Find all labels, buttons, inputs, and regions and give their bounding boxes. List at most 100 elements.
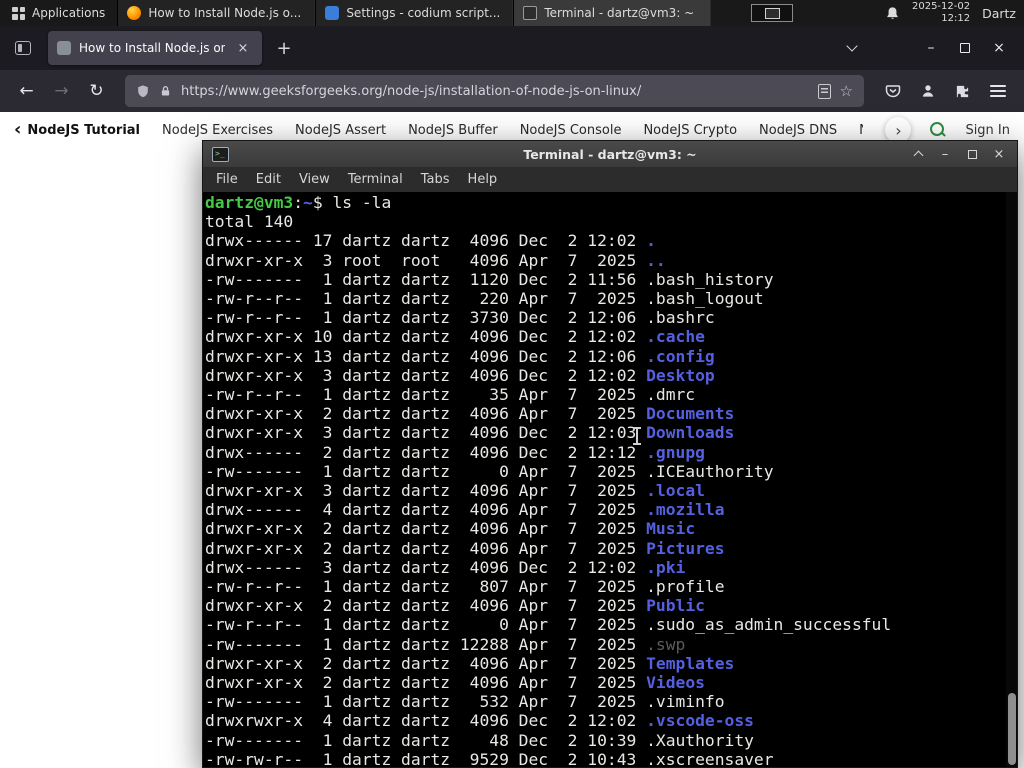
firefox-view-button[interactable] [8, 34, 38, 62]
account-person-icon [922, 85, 933, 97]
terminal-close-button[interactable]: × [990, 145, 1008, 163]
terminal-app-icon [212, 146, 229, 162]
terminal-line: -rw-r--r-- 1 dartz dartz 0 Apr 7 2025 .s… [205, 615, 892, 635]
nav-item-nodejs-exercises[interactable]: NodeJS Exercises [162, 123, 273, 138]
terminal-line: drwxr-xr-x 2 dartz dartz 4096 Apr 7 2025… [205, 519, 696, 539]
terminal-menu-view[interactable]: View [290, 170, 339, 189]
workspace-switcher[interactable] [751, 4, 794, 22]
window-maximize-button[interactable] [948, 33, 982, 63]
terminal-line: -rw------- 1 dartz dartz 48 Dec 2 10:39 … [205, 730, 754, 750]
nav-item-nodejs-crypto[interactable]: NodeJS Crypto [643, 123, 737, 138]
terminal-lines: dartz@vm3:~$ ls -la total 140 drwx------ 1… [205, 193, 1017, 767]
clock[interactable]: 2025-12-02 12:12 [912, 1, 970, 26]
terminal-menu-help[interactable]: Help [459, 170, 507, 189]
nav-item-node[interactable]: Node [859, 123, 863, 138]
terminal-line: drwxr-xr-x 2 dartz dartz 4096 Apr 7 2025… [205, 404, 735, 424]
tab-title: How to Install Node.js on [79, 41, 225, 55]
taskbar-window-terminal[interactable]: Terminal - dartz@vm3: ~ [513, 0, 712, 26]
terminal-line: drwxr-xr-x 2 dartz dartz 4096 Apr 7 2025… [205, 653, 735, 673]
nav-item-nodejs-assert[interactable]: NodeJS Assert [295, 123, 386, 138]
window-controls: – × [838, 33, 1016, 63]
terminal-title: Terminal - dartz@vm3: ~ [523, 146, 697, 162]
terminal-maximize-button[interactable] [963, 145, 981, 163]
user-menu[interactable]: Dartz [982, 6, 1016, 21]
terminal-line: drwxr-xr-x 2 dartz dartz 4096 Apr 7 2025… [205, 673, 705, 693]
new-tab-button[interactable]: + [270, 34, 298, 62]
firefox-view-icon [15, 41, 31, 55]
maximize-icon [967, 149, 977, 159]
terminal-output[interactable]: dartz@vm3:~$ ls -la total 140 drwx------ 1… [203, 192, 1017, 767]
sign-in-link[interactable]: Sign In [965, 123, 1010, 138]
terminal-line: -rw-r--r-- 1 dartz dartz 220 Apr 7 2025 … [205, 289, 764, 309]
maximize-icon [960, 43, 970, 53]
nav-links: NodeJS Exercises NodeJS Assert NodeJS Buff… [162, 123, 863, 138]
settings-icon [325, 6, 340, 20]
terminal-menu-file[interactable]: File [207, 170, 247, 189]
bookmark-star-icon[interactable]: ☆ [840, 83, 853, 99]
taskbar-window-firefox[interactable]: How to Install Node.js o... [117, 0, 316, 26]
taskbar-window-settings[interactable]: Settings - codium script... [315, 0, 514, 26]
terminal-menu-edit[interactable]: Edit [247, 170, 290, 189]
window-minimize-button[interactable]: – [914, 33, 948, 63]
notifications-bell-icon[interactable] [885, 6, 900, 21]
terminal-icon [523, 6, 538, 20]
terminal-line: drwx------ 3 dartz dartz 4096 Dec 2 12:0… [205, 557, 686, 577]
terminal-minimize-button[interactable]: – [936, 145, 954, 163]
terminal-line: drwxr-xr-x 3 dartz dartz 4096 Apr 7 2025… [205, 481, 705, 501]
nav-back-label: NodeJS Tutorial [27, 122, 141, 138]
navigation-toolbar: ← → ↻ https://www.geeksforgeeks.org/node… [0, 70, 1024, 112]
applications-menu-button[interactable]: Applications [0, 0, 117, 26]
account-button[interactable] [911, 75, 944, 107]
tab-strip: How to Install Node.js on × + – × [0, 26, 1024, 70]
terminal-line: drwx------ 4 dartz dartz 4096 Apr 7 2025… [205, 500, 725, 520]
terminal-line: -rw------- 1 dartz dartz 0 Apr 7 2025 .I… [205, 461, 774, 481]
browser-tab-active[interactable]: How to Install Node.js on × [48, 31, 262, 65]
terminal-scrollbar[interactable] [1006, 192, 1017, 767]
url-bar[interactable]: https://www.geeksforgeeks.org/node-js/in… [125, 75, 864, 107]
terminal-line: -rw------- 1 dartz dartz 532 Apr 7 2025 … [205, 692, 725, 712]
terminal-menubar: File Edit View Terminal Tabs Help [203, 167, 1017, 192]
pocket-icon [885, 85, 900, 98]
chevron-left-icon: ‹ [14, 119, 22, 140]
desktop-taskbar: Applications How to Install Node.js o...… [0, 0, 1024, 26]
list-all-tabs-button[interactable] [838, 34, 866, 62]
terminal-line: drwxr-xr-x 2 dartz dartz 4096 Apr 7 2025… [205, 538, 725, 558]
terminal-line: drwxr-xr-x 3 dartz dartz 4096 Dec 2 12:0… [205, 423, 735, 443]
terminal-line: -rw------- 1 dartz dartz 12288 Apr 7 202… [205, 634, 686, 654]
forward-button[interactable]: → [45, 75, 78, 107]
terminal-line: drwxrwxr-x 4 dartz dartz 4096 Dec 2 12:0… [205, 711, 754, 731]
extensions-button[interactable] [946, 75, 979, 107]
terminal-line: drwxr-xr-x 3 dartz dartz 4096 Dec 2 12:0… [205, 365, 715, 385]
window-close-button[interactable]: × [982, 33, 1016, 63]
tracking-shield-icon[interactable] [136, 84, 150, 99]
pocket-save-button[interactable] [876, 75, 909, 107]
terminal-window: Terminal - dartz@vm3: ~ – × FileEditView… [202, 140, 1018, 768]
scrollbar-thumb[interactable] [1008, 693, 1016, 765]
reload-button[interactable]: ↻ [80, 75, 113, 107]
terminal-line: drwx------ 17 dartz dartz 4096 Dec 2 12:… [205, 231, 656, 251]
taskbar-window-list: How to Install Node.js o... Settings - co… [117, 0, 712, 26]
workspace-window-icon [764, 7, 780, 19]
applications-label: Applications [32, 6, 106, 20]
terminal-menu-tabs[interactable]: Tabs [412, 170, 459, 189]
terminal-line: total 140 [205, 212, 294, 232]
nav-item-nodejs-console[interactable]: NodeJS Console [520, 123, 622, 138]
app-menu-button[interactable] [981, 75, 1014, 107]
reader-view-icon[interactable] [817, 83, 831, 99]
lock-icon[interactable] [159, 84, 172, 98]
nav-item-nodejs-tutorial[interactable]: ‹ NodeJS Tutorial [14, 121, 140, 139]
extensions-puzzle-icon [956, 85, 969, 97]
tab-close-icon[interactable]: × [233, 38, 253, 58]
terminal-shade-button[interactable] [909, 145, 927, 163]
terminal-menu-terminal[interactable]: Terminal [339, 170, 412, 189]
terminal-line: dartz@vm3:~$ ls -la [205, 193, 392, 212]
back-button[interactable]: ← [10, 75, 43, 107]
clock-time: 12:12 [941, 13, 971, 24]
nav-item-nodejs-buffer[interactable]: NodeJS Buffer [408, 123, 498, 138]
search-icon[interactable] [929, 121, 947, 139]
terminal-line: drwx------ 2 dartz dartz 4096 Dec 2 12:1… [205, 442, 705, 462]
taskbar-window-title: Settings - codium script... [346, 6, 501, 20]
terminal-titlebar[interactable]: Terminal - dartz@vm3: ~ – × [203, 141, 1017, 167]
nav-item-nodejs-dns[interactable]: NodeJS DNS [759, 123, 837, 138]
terminal-line: drwxr-xr-x 13 dartz dartz 4096 Dec 2 12:… [205, 346, 715, 366]
